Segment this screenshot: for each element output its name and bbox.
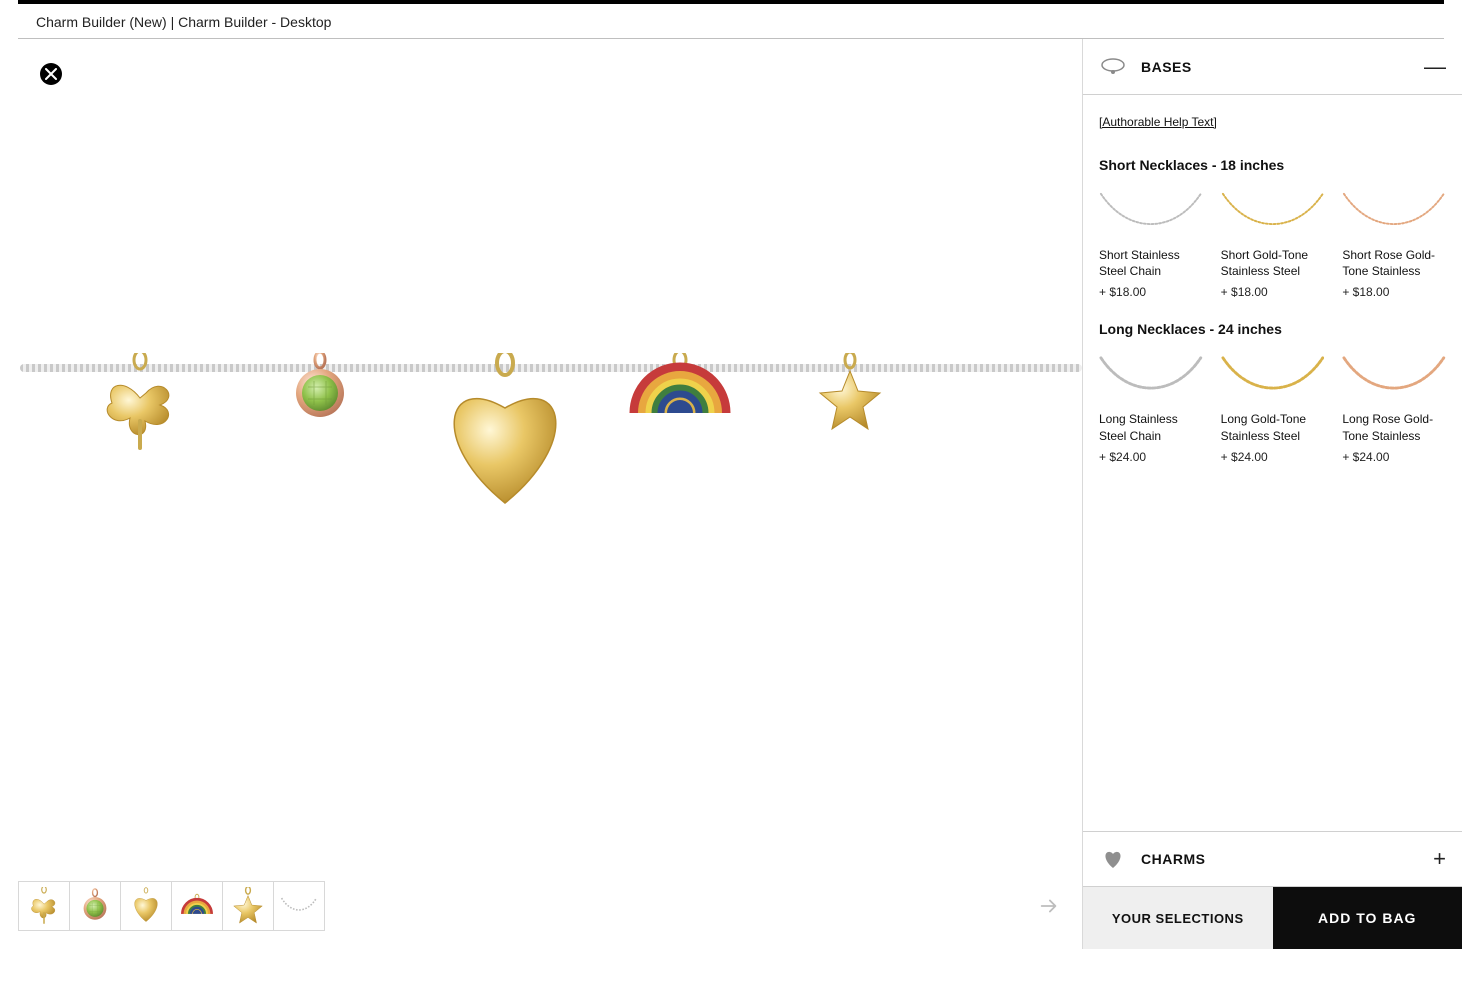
help-text-link[interactable]: [Authorable Help Text] xyxy=(1099,115,1217,129)
base-thumbnail xyxy=(1342,351,1446,405)
preview-canvas xyxy=(0,39,1082,949)
base-price: + $24.00 xyxy=(1221,450,1325,464)
bases-title: BASES xyxy=(1141,59,1424,75)
long-bases-grid: Long Stainless Steel Chain + $24.00 Long… xyxy=(1099,351,1446,463)
base-option[interactable]: Short Gold-Tone Stainless Steel + $18.00 xyxy=(1221,187,1325,299)
close-button[interactable] xyxy=(40,63,62,85)
base-name: Short Gold-Tone Stainless Steel xyxy=(1221,247,1325,279)
base-thumbnail xyxy=(1221,351,1325,405)
base-price: + $24.00 xyxy=(1099,450,1203,464)
base-name: Short Stainless Steel Chain xyxy=(1099,247,1203,279)
base-name: Long Stainless Steel Chain xyxy=(1099,411,1203,443)
charm-heart[interactable] xyxy=(420,353,590,513)
base-price: + $18.00 xyxy=(1342,285,1446,299)
breadcrumb: Charm Builder (New) | Charm Builder - De… xyxy=(18,10,1444,39)
thumb-star[interactable] xyxy=(222,881,274,931)
base-price: + $18.00 xyxy=(1221,285,1325,299)
long-section-title: Long Necklaces - 24 inches xyxy=(1099,321,1446,337)
charm-star[interactable] xyxy=(810,353,890,433)
charm-gem[interactable] xyxy=(280,353,360,423)
base-thumbnail xyxy=(1099,351,1203,405)
heart-icon xyxy=(1099,845,1127,873)
plus-icon: + xyxy=(1433,846,1446,872)
close-icon xyxy=(45,68,57,80)
breadcrumb-sep: | xyxy=(167,14,178,30)
base-price: + $24.00 xyxy=(1342,450,1446,464)
thumbnail-next-button[interactable] xyxy=(1034,891,1064,921)
thumb-chain[interactable] xyxy=(273,881,325,931)
base-option[interactable]: Long Stainless Steel Chain + $24.00 xyxy=(1099,351,1203,463)
bases-body: [Authorable Help Text] Short Necklaces -… xyxy=(1083,95,1462,831)
thumb-heart[interactable] xyxy=(120,881,172,931)
short-bases-grid: Short Stainless Steel Chain + $18.00 Sho… xyxy=(1099,187,1446,299)
necklace-preview xyxy=(20,349,1082,559)
base-price: + $18.00 xyxy=(1099,285,1203,299)
side-panel: BASES — [Authorable Help Text] Short Nec… xyxy=(1082,39,1462,949)
short-section-title: Short Necklaces - 18 inches xyxy=(1099,157,1446,173)
your-selections-button[interactable]: YOUR SELECTIONS xyxy=(1083,887,1273,949)
bases-accordion-header[interactable]: BASES — xyxy=(1083,39,1462,95)
breadcrumb-part1: Charm Builder (New) xyxy=(36,14,167,30)
top-bar xyxy=(18,0,1444,4)
base-name: Long Gold-Tone Stainless Steel xyxy=(1221,411,1325,443)
base-option[interactable]: Short Rose Gold-Tone Stainless + $18.00 xyxy=(1342,187,1446,299)
base-thumbnail xyxy=(1342,187,1446,241)
charm-clover[interactable] xyxy=(90,353,190,453)
charms-title: CHARMS xyxy=(1141,851,1433,867)
bottom-bar: YOUR SELECTIONS ADD TO BAG xyxy=(1083,887,1462,949)
thumbnail-row xyxy=(18,881,1064,931)
charms-accordion-header[interactable]: CHARMS + xyxy=(1083,831,1462,887)
base-name: Long Rose Gold-Tone Stainless xyxy=(1342,411,1446,443)
base-thumbnail xyxy=(1099,187,1203,241)
add-to-bag-label: ADD TO BAG xyxy=(1318,910,1416,926)
your-selections-label: YOUR SELECTIONS xyxy=(1112,911,1244,926)
thumb-rainbow[interactable] xyxy=(171,881,223,931)
necklace-icon xyxy=(1099,53,1127,81)
base-option[interactable]: Long Rose Gold-Tone Stainless + $24.00 xyxy=(1342,351,1446,463)
thumb-gem[interactable] xyxy=(69,881,121,931)
breadcrumb-part2: Charm Builder - Desktop xyxy=(178,14,331,30)
thumb-clover[interactable] xyxy=(18,881,70,931)
minus-icon: — xyxy=(1424,54,1446,80)
base-name: Short Rose Gold-Tone Stainless xyxy=(1342,247,1446,279)
charm-rainbow[interactable] xyxy=(620,353,740,423)
base-option[interactable]: Short Stainless Steel Chain + $18.00 xyxy=(1099,187,1203,299)
arrow-right-icon xyxy=(1038,895,1060,917)
add-to-bag-button[interactable]: ADD TO BAG xyxy=(1273,887,1462,949)
base-thumbnail xyxy=(1221,187,1325,241)
base-option[interactable]: Long Gold-Tone Stainless Steel + $24.00 xyxy=(1221,351,1325,463)
